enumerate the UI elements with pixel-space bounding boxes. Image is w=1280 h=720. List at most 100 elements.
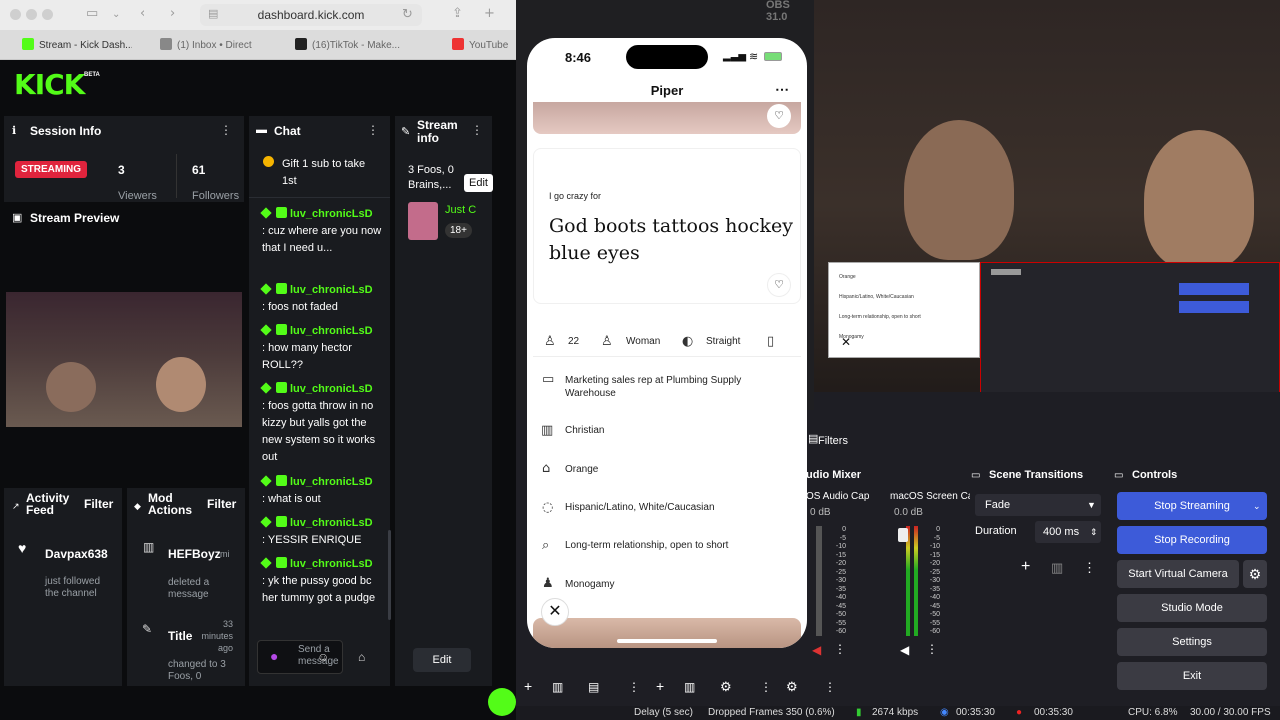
session-info-title: Session Info bbox=[30, 124, 102, 138]
tab-kick-dashboard[interactable]: Stream - Kick Dash... bbox=[22, 36, 132, 56]
sub-badge-icon bbox=[276, 557, 287, 568]
scene-options-icon[interactable]: ⋮ bbox=[628, 680, 640, 694]
emoji-icon[interactable]: ☺ bbox=[317, 650, 329, 664]
exit-button[interactable]: Exit bbox=[1117, 662, 1267, 690]
like-prompt-icon[interactable]: ♡ bbox=[767, 273, 791, 297]
close-icon[interactable]: ✕ bbox=[841, 335, 851, 349]
scene-transitions-dock: ▭ Scene Transitions Fade ▼ Duration 400 … bbox=[971, 464, 1109, 704]
new-tab-icon[interactable]: + bbox=[484, 6, 495, 21]
share-icon[interactable]: ⇪ bbox=[452, 6, 463, 21]
mixer-menu-icon[interactable]: ⋮ bbox=[824, 680, 836, 694]
filters-icon[interactable]: ▤ bbox=[808, 432, 818, 445]
chat-scrollbar[interactable] bbox=[388, 530, 391, 620]
chevron-down-icon[interactable]: ⌄ bbox=[1253, 492, 1261, 520]
stream-info-panel: ✎ Stream info ⋮ 3 Foos, 0 Brains,... Edi… bbox=[395, 116, 493, 686]
remove-source-icon[interactable]: ▥ bbox=[684, 680, 695, 694]
speaker-icon[interactable]: ◀ bbox=[900, 643, 909, 657]
home-icon: ⌂ bbox=[542, 461, 551, 476]
transition-select[interactable]: Fade ▼ bbox=[975, 494, 1101, 516]
next-photo-preview[interactable] bbox=[533, 618, 801, 648]
kick-fab-button[interactable] bbox=[488, 688, 516, 716]
gear-icon[interactable]: ⚙ bbox=[1243, 560, 1267, 588]
zoom-window-button[interactable] bbox=[42, 9, 53, 20]
start-virtual-camera-button[interactable]: Start Virtual Camera bbox=[1117, 560, 1239, 588]
phone-screen: 8:46 ▂▃▅ ≋ Piper ⋯ ♡ I go crazy for God … bbox=[527, 38, 807, 648]
stream-delay: Delay (5 sec) bbox=[634, 707, 693, 718]
category-thumbnail[interactable] bbox=[408, 202, 438, 240]
filters-button[interactable]: Filters bbox=[818, 435, 848, 447]
like-photo-icon[interactable]: ♡ bbox=[767, 104, 791, 128]
book-icon: ▥ bbox=[541, 423, 554, 438]
mixer-settings-icon[interactable]: ⚙ bbox=[786, 679, 798, 695]
gift-sub-message[interactable]: Gift 1 sub to take 1st bbox=[282, 156, 382, 190]
job-detail: Marketing sales rep at Plumbing Supply W… bbox=[565, 375, 742, 399]
orientation-icon: ◐ bbox=[682, 334, 694, 349]
stop-recording-button[interactable]: Stop Recording bbox=[1117, 526, 1267, 554]
close-icon[interactable]: ✕ bbox=[541, 598, 569, 626]
chat-message: luv_chronicLsD: YESSIR ENRIQUE bbox=[260, 516, 373, 546]
edit-tooltip[interactable]: Edit bbox=[464, 174, 493, 192]
ethnicity-icon: ◌ bbox=[542, 500, 554, 515]
category-name[interactable]: Just C bbox=[445, 204, 477, 216]
badge-icon bbox=[260, 475, 272, 487]
remove-scene-icon[interactable]: ▥ bbox=[552, 680, 563, 694]
chat-options-icon[interactable]: ⋮ bbox=[367, 123, 379, 137]
tab-instagram-inbox[interactable]: (1) Inbox • Direct bbox=[160, 36, 268, 56]
more-options-icon[interactable]: ⋮ bbox=[220, 123, 232, 137]
activity-icon: ↗ bbox=[12, 501, 20, 511]
add-icon[interactable]: + bbox=[1021, 558, 1030, 576]
chevron-down-icon[interactable]: ⌄ bbox=[112, 9, 120, 20]
mixer-options-icon[interactable]: ⋮ bbox=[834, 642, 846, 656]
badge-icon bbox=[260, 557, 272, 569]
trash-icon[interactable]: ▥ bbox=[1051, 560, 1063, 576]
minimize-window-button[interactable] bbox=[26, 9, 37, 20]
add-source-icon[interactable]: + bbox=[656, 678, 664, 694]
store-icon[interactable]: ⌂ bbox=[358, 650, 365, 664]
stream-preview-video[interactable] bbox=[6, 292, 242, 427]
tab-tiktok[interactable]: (16)TikTok - Make... bbox=[295, 36, 405, 56]
follower-name[interactable]: Davpax638 bbox=[45, 547, 108, 561]
hometown-detail: Orange bbox=[565, 464, 599, 475]
volume-slider[interactable] bbox=[898, 528, 908, 542]
stop-streaming-button[interactable]: Stop Streaming ⌄ bbox=[1117, 492, 1267, 520]
home-indicator[interactable] bbox=[617, 639, 717, 643]
mod-actions-panel: ◆ Mod Actions Filter ▥ HEFBoyz mi delete… bbox=[127, 488, 245, 686]
spinner-icon[interactable]: ⇕ bbox=[1090, 521, 1098, 543]
back-icon[interactable]: ‹ bbox=[140, 6, 145, 21]
mixer-options-icon[interactable]: ⋮ bbox=[926, 642, 938, 656]
mixer-scale: 0 -5 -10 -15 -20 -25 -30 -35 -40 -45 -50 -55 -60 bbox=[929, 526, 940, 635]
studio-mode-button[interactable]: Studio Mode bbox=[1117, 594, 1267, 622]
sub-badge-icon bbox=[276, 207, 287, 218]
add-scene-icon[interactable]: + bbox=[524, 678, 532, 694]
mini-stop-recording bbox=[1179, 301, 1249, 313]
gift-icon bbox=[263, 156, 274, 167]
edit-stream-info-button[interactable]: Edit bbox=[413, 648, 471, 672]
muted-speaker-icon[interactable]: ◀ bbox=[812, 643, 821, 657]
tab-youtube[interactable]: YouTube bbox=[452, 36, 516, 56]
sub-badge-icon bbox=[276, 283, 287, 294]
badge-icon bbox=[260, 324, 272, 336]
source-settings-icon[interactable]: ⚙ bbox=[720, 679, 732, 695]
title-change-text: changed to 3 Foos, 0 bbox=[168, 659, 226, 682]
profile-photo[interactable] bbox=[533, 102, 801, 134]
close-window-button[interactable] bbox=[10, 9, 21, 20]
kick-logo[interactable]: KICK bbox=[14, 68, 85, 101]
source-options-icon[interactable]: ⋮ bbox=[760, 680, 772, 694]
forward-icon[interactable]: › bbox=[170, 6, 175, 21]
more-options-icon[interactable]: ⋯ bbox=[775, 81, 789, 98]
activity-filter-button[interactable]: Filter bbox=[84, 497, 113, 511]
mod-user-name[interactable]: HEFBoyz bbox=[168, 547, 221, 561]
chat-input[interactable]: ● Send a message bbox=[257, 640, 343, 674]
transition-options-icon[interactable]: ⋮ bbox=[1083, 560, 1096, 576]
record-status-icon: ● bbox=[1016, 707, 1023, 718]
microphone-icon[interactable]: ● bbox=[270, 648, 278, 664]
scene-filters-icon[interactable]: ▤ bbox=[588, 680, 599, 694]
mod-filter-button[interactable]: Filter bbox=[207, 497, 236, 511]
reload-icon[interactable]: ↻ bbox=[402, 7, 413, 22]
stream-info-options-icon[interactable]: ⋮ bbox=[471, 123, 483, 137]
address-bar[interactable]: dashboard.kick.com bbox=[200, 4, 422, 26]
settings-button[interactable]: Settings bbox=[1117, 628, 1267, 656]
duration-spinbox[interactable]: 400 ms ⇕ bbox=[1035, 521, 1101, 543]
sidebar-icon[interactable]: ▭ bbox=[86, 6, 98, 21]
cpu-usage: CPU: 6.8% bbox=[1128, 707, 1178, 718]
